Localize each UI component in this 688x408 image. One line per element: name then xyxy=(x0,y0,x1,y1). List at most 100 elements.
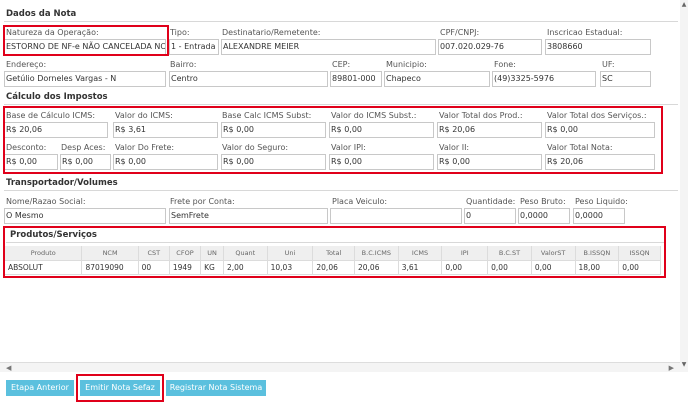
destinatario-label: Destinatario/Remetente: xyxy=(222,28,321,37)
table-header-row: Produto NCM CST CFOP UN Quant Uni Total … xyxy=(5,246,661,261)
peso-liquido-field[interactable]: 0,0000 xyxy=(573,208,625,224)
natureza-label: Natureza da Operação: xyxy=(6,28,99,37)
fone-label: Fone: xyxy=(494,60,516,69)
quantidade-label: Quantidade: xyxy=(466,197,516,206)
inscricao-field[interactable]: 3808660 xyxy=(545,39,651,55)
col-header[interactable]: CST xyxy=(138,246,170,261)
cell-bc-st: 0,00 xyxy=(487,260,532,275)
section-produtos-title: Produtos/Serviços xyxy=(10,230,97,240)
frete-conta-field[interactable]: SemFrete xyxy=(169,208,328,224)
base-icms-field[interactable]: R$ 20,06 xyxy=(4,122,108,138)
cell-quant: 2,00 xyxy=(223,260,268,275)
cell-ipi: 0,00 xyxy=(441,260,489,275)
col-header[interactable]: Total xyxy=(312,246,355,261)
cell-bc-icms: 20,06 xyxy=(354,260,399,275)
natureza-field[interactable]: ESTORNO DE NF-e NÃO CANCELADA NO PI xyxy=(4,39,166,55)
inscricao-label: Inscricao Estadual: xyxy=(547,28,623,37)
cpf-label: CPF/CNPJ: xyxy=(440,28,480,37)
placa-field[interactable] xyxy=(330,208,462,224)
valor-prod-field[interactable]: R$ 20,06 xyxy=(437,122,542,138)
total-field[interactable]: R$ 20,06 xyxy=(545,154,655,170)
frete-field[interactable]: R$ 0,00 xyxy=(113,154,218,170)
cell-issqn: 0,00 xyxy=(618,260,661,275)
ii-label: Valor II: xyxy=(439,143,470,152)
cell-cst: 00 xyxy=(138,260,170,275)
cell-b-issqn: 18,00 xyxy=(575,260,620,275)
desp-field[interactable]: R$ 0,00 xyxy=(60,154,111,170)
seguro-field[interactable]: R$ 0,00 xyxy=(221,154,326,170)
col-header[interactable]: ICMS xyxy=(398,246,443,261)
valor-serv-field[interactable]: R$ 0,00 xyxy=(545,122,655,138)
table-row[interactable]: ABSOLUT 87019090 00 1949 KG 2,00 10,03 2… xyxy=(5,260,661,275)
valor-serv-label: Valor Total dos Serviços.: xyxy=(547,111,647,120)
col-header[interactable]: UN xyxy=(200,246,224,261)
cell-valor-st: 0,00 xyxy=(531,260,576,275)
col-header[interactable]: IPI xyxy=(441,246,489,261)
scroll-left-icon[interactable]: ◀ xyxy=(6,364,11,372)
registrar-nota-button[interactable]: Registrar Nota Sistema xyxy=(166,380,266,396)
col-header[interactable]: B.C.ST xyxy=(487,246,532,261)
section-transportador-title: Transportador/Volumes xyxy=(6,178,118,188)
desp-label: Desp Aces: xyxy=(61,143,106,152)
cell-total: 20,06 xyxy=(312,260,355,275)
frete-conta-label: Frete por Conta: xyxy=(170,197,235,206)
scroll-down-icon[interactable]: ▼ xyxy=(680,362,688,368)
ipi-field[interactable]: R$ 0,00 xyxy=(329,154,434,170)
bairro-field[interactable]: Centro xyxy=(169,71,328,87)
municipio-label: Municipio: xyxy=(386,60,427,69)
cep-field[interactable]: 89801-000 xyxy=(330,71,382,87)
tipo-field[interactable]: 1 - Entrada xyxy=(169,39,219,55)
base-icms-label: Base de Cálculo ICMS: xyxy=(6,111,96,120)
endereco-label: Endereço: xyxy=(6,60,47,69)
cpf-field[interactable]: 007.020.029-76 xyxy=(438,39,542,55)
base-subst-label: Base Calc ICMS Subst: xyxy=(222,111,312,120)
section-calculo-title: Cálculo dos Impostos xyxy=(6,92,108,102)
valor-prod-label: Valor Total dos Prod.: xyxy=(439,111,523,120)
cell-un: KG xyxy=(200,260,224,275)
col-header[interactable]: Quant xyxy=(223,246,268,261)
col-header[interactable]: CFOP xyxy=(169,246,202,261)
ipi-label: Valor IPI: xyxy=(331,143,366,152)
col-header[interactable]: B.C.ICMS xyxy=(354,246,399,261)
uf-field[interactable]: SC xyxy=(600,71,651,87)
base-subst-field[interactable]: R$ 0,00 xyxy=(221,122,326,138)
divider xyxy=(4,104,678,105)
valor-icms-label: Valor do ICMS: xyxy=(115,111,173,120)
ii-field[interactable]: R$ 0,00 xyxy=(437,154,542,170)
col-header[interactable]: B.ISSQN xyxy=(575,246,620,261)
col-header[interactable]: ISSQN xyxy=(618,246,661,261)
etapa-anterior-button[interactable]: Etapa Anterior xyxy=(6,380,74,396)
destinatario-field[interactable]: ALEXANDRE MEIER xyxy=(221,39,436,55)
col-header[interactable]: ValorST xyxy=(531,246,576,261)
divider xyxy=(6,242,664,243)
scroll-right-icon[interactable]: ▶ xyxy=(669,364,674,372)
fone-field[interactable]: (49)3325-5976 xyxy=(492,71,596,87)
tipo-label: Tipo: xyxy=(170,28,190,37)
vertical-scrollbar[interactable]: ▲ ▼ xyxy=(680,0,688,372)
peso-bruto-label: Peso Bruto: xyxy=(520,197,566,206)
divider xyxy=(4,190,678,191)
valor-icms-field[interactable]: R$ 3,61 xyxy=(113,122,218,138)
cep-label: CEP: xyxy=(332,60,351,69)
frete-label: Valor Do Frete: xyxy=(115,143,175,152)
col-header[interactable]: Produto xyxy=(5,246,83,261)
scroll-up-icon[interactable]: ▲ xyxy=(680,2,688,8)
uf-label: UF: xyxy=(602,60,615,69)
emitir-nota-button[interactable]: Emitir Nota Sefaz xyxy=(80,380,160,396)
divider xyxy=(4,21,678,22)
cell-cfop: 1949 xyxy=(169,260,202,275)
bairro-label: Bairro: xyxy=(170,60,197,69)
nome-field[interactable]: O Mesmo xyxy=(4,208,166,224)
quantidade-field[interactable]: 0 xyxy=(464,208,516,224)
endereco-field[interactable]: Getúlio Dorneles Vargas - N xyxy=(4,71,166,87)
municipio-field[interactable]: Chapeco xyxy=(384,71,490,87)
desconto-field[interactable]: R$ 0,00 xyxy=(4,154,58,170)
col-header[interactable]: Uni xyxy=(267,246,314,261)
valor-subst-field[interactable]: R$ 0,00 xyxy=(329,122,434,138)
cell-icms: 3,61 xyxy=(398,260,443,275)
col-header[interactable]: NCM xyxy=(81,246,139,261)
cell-ncm: 87019090 xyxy=(81,260,139,275)
horizontal-scrollbar[interactable]: ◀ ▶ xyxy=(0,362,680,372)
peso-bruto-field[interactable]: 0,0000 xyxy=(518,208,570,224)
peso-liquido-label: Peso Liquido: xyxy=(575,197,628,206)
